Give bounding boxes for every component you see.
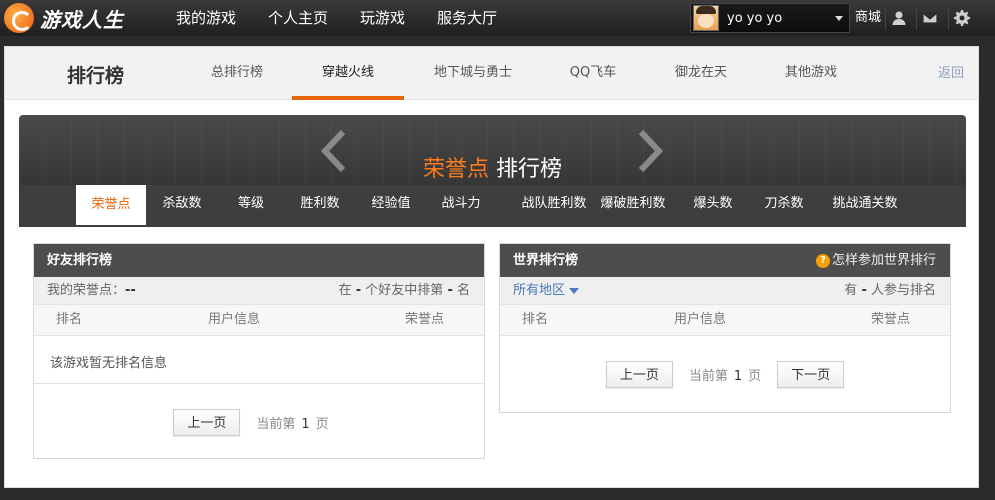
top-bar: 游戏人生 我的游戏 个人主页 玩游戏 服务大厅 yo yo yo 商城: [0, 0, 995, 36]
banner-title: 荣誉点 排行榜: [19, 151, 966, 183]
friends-ranking: 好友排行榜 我的荣誉点：-- 在 - 个好友中排第 - 名 排名 用户信息 荣誉…: [33, 243, 485, 459]
friends-ranking-title: 好友排行榜: [34, 244, 484, 277]
banner-title-rest: 排行榜: [489, 157, 562, 182]
page-indicator: 当前第 1 页: [256, 417, 329, 432]
tab-dnf[interactable]: 地下城与勇士: [427, 47, 519, 100]
col-rank: 排名: [522, 312, 549, 327]
prev-page-button[interactable]: 上一页: [173, 409, 241, 436]
nav-profile[interactable]: 个人主页: [252, 0, 344, 36]
avatar: [693, 5, 719, 31]
metric-tab-headshots[interactable]: 爆头数: [679, 185, 747, 223]
col-honor-points: 荣誉点: [871, 312, 911, 327]
empty-message: 该游戏暂无排名信息: [50, 356, 168, 371]
tab-crossfire[interactable]: 穿越火线: [292, 47, 404, 100]
page-indicator: 当前第 1 页: [688, 369, 762, 384]
top-nav: 我的游戏 个人主页 玩游戏 服务大厅: [160, 0, 513, 36]
friends-table-header: 排名 用户信息 荣誉点: [34, 304, 484, 336]
col-honor-points: 荣誉点: [405, 312, 445, 327]
ranking-banner: 荣誉点 排行榜 荣誉点 杀敌数 等级 胜利数 经验值 战斗力 战队胜利数 爆破胜…: [19, 115, 966, 227]
nav-play-games[interactable]: 玩游戏: [344, 0, 421, 36]
logo-icon: [4, 3, 34, 33]
prev-page-button[interactable]: 上一页: [605, 361, 673, 388]
page-title: 排行榜: [67, 65, 125, 87]
shop-link[interactable]: 商城: [852, 0, 884, 36]
world-ranking-title: 世界排行榜 ? 怎样参加世界排行: [500, 244, 950, 277]
col-user-info: 用户信息: [674, 312, 727, 327]
logo-text: 游戏人生: [40, 7, 124, 32]
world-pager: 上一页 当前第 1 页 下一页: [500, 361, 950, 388]
user-icon[interactable]: [885, 6, 911, 30]
my-points-value: --: [125, 283, 136, 298]
metric-tab-challenge[interactable]: 挑战通关数: [824, 185, 906, 223]
tab-overall[interactable]: 总排行榜: [201, 47, 273, 100]
metric-tab-knife-kills[interactable]: 刀杀数: [751, 185, 817, 223]
user-menu[interactable]: yo yo yo: [690, 3, 850, 33]
divider: [34, 383, 484, 384]
col-user-info: 用户信息: [208, 312, 261, 327]
how-to-join-link[interactable]: ? 怎样参加世界排行: [815, 244, 936, 277]
tab-other-games[interactable]: 其他游戏: [775, 47, 847, 100]
friends-pager: 上一页 当前第 1 页: [34, 409, 484, 436]
banner-title-highlight: 荣誉点: [422, 157, 489, 182]
mail-icon[interactable]: [916, 6, 942, 30]
tab-qq-speed[interactable]: QQ飞车: [560, 47, 626, 100]
world-table-header: 排名 用户信息 荣誉点: [500, 304, 950, 336]
metric-tab-wins[interactable]: 胜利数: [289, 185, 351, 223]
world-ranking: 世界排行榜 ? 怎样参加世界排行 所有地区 有 - 人参与排名 排名 用户信息 荣…: [499, 243, 951, 413]
metric-tab-power[interactable]: 战斗力: [430, 185, 492, 223]
back-link[interactable]: 返回: [938, 47, 964, 100]
metric-tab-exp[interactable]: 经验值: [360, 185, 422, 223]
gear-icon[interactable]: [948, 6, 974, 30]
participant-count-text: 有 - 人参与排名: [844, 283, 936, 298]
friend-rank-text: 在 - 个好友中排第 - 名: [338, 283, 470, 298]
chevron-down-icon: [835, 15, 843, 21]
metric-tab-honor[interactable]: 荣誉点: [76, 185, 146, 225]
col-rank: 排名: [56, 312, 83, 327]
my-points-label: 我的荣誉点：: [47, 283, 126, 298]
ranking-panel: 排行榜 总排行榜 穿越火线 地下城与勇士 QQ飞车 御龙在天 其他游戏 返回 荣…: [4, 46, 979, 488]
nav-my-games[interactable]: 我的游戏: [160, 0, 252, 36]
metric-tab-kills[interactable]: 杀敌数: [151, 185, 213, 223]
site-logo[interactable]: 游戏人生: [4, 3, 124, 33]
world-ranking-summary: 所有地区 有 - 人参与排名: [500, 277, 950, 304]
user-name: yo yo yo: [727, 10, 783, 26]
next-page-button[interactable]: 下一页: [777, 361, 845, 388]
help-icon: ?: [815, 253, 830, 268]
tab-yulong[interactable]: 御龙在天: [665, 47, 737, 100]
nav-service-hall[interactable]: 服务大厅: [421, 0, 513, 36]
region-select[interactable]: 所有地区: [513, 277, 580, 304]
metric-tab-level[interactable]: 等级: [222, 185, 280, 223]
chevron-down-icon: [569, 287, 580, 294]
metric-tab-demolition-wins[interactable]: 爆破胜利数: [592, 185, 674, 223]
metric-tabs: 荣誉点 杀敌数 等级 胜利数 经验值 战斗力 战队胜利数 爆破胜利数 爆头数 刀…: [19, 185, 966, 227]
game-tabs-bar: 排行榜 总排行榜 穿越火线 地下城与勇士 QQ飞车 御龙在天 其他游戏 返回: [5, 47, 978, 100]
friends-ranking-summary: 我的荣誉点：-- 在 - 个好友中排第 - 名: [34, 277, 484, 304]
